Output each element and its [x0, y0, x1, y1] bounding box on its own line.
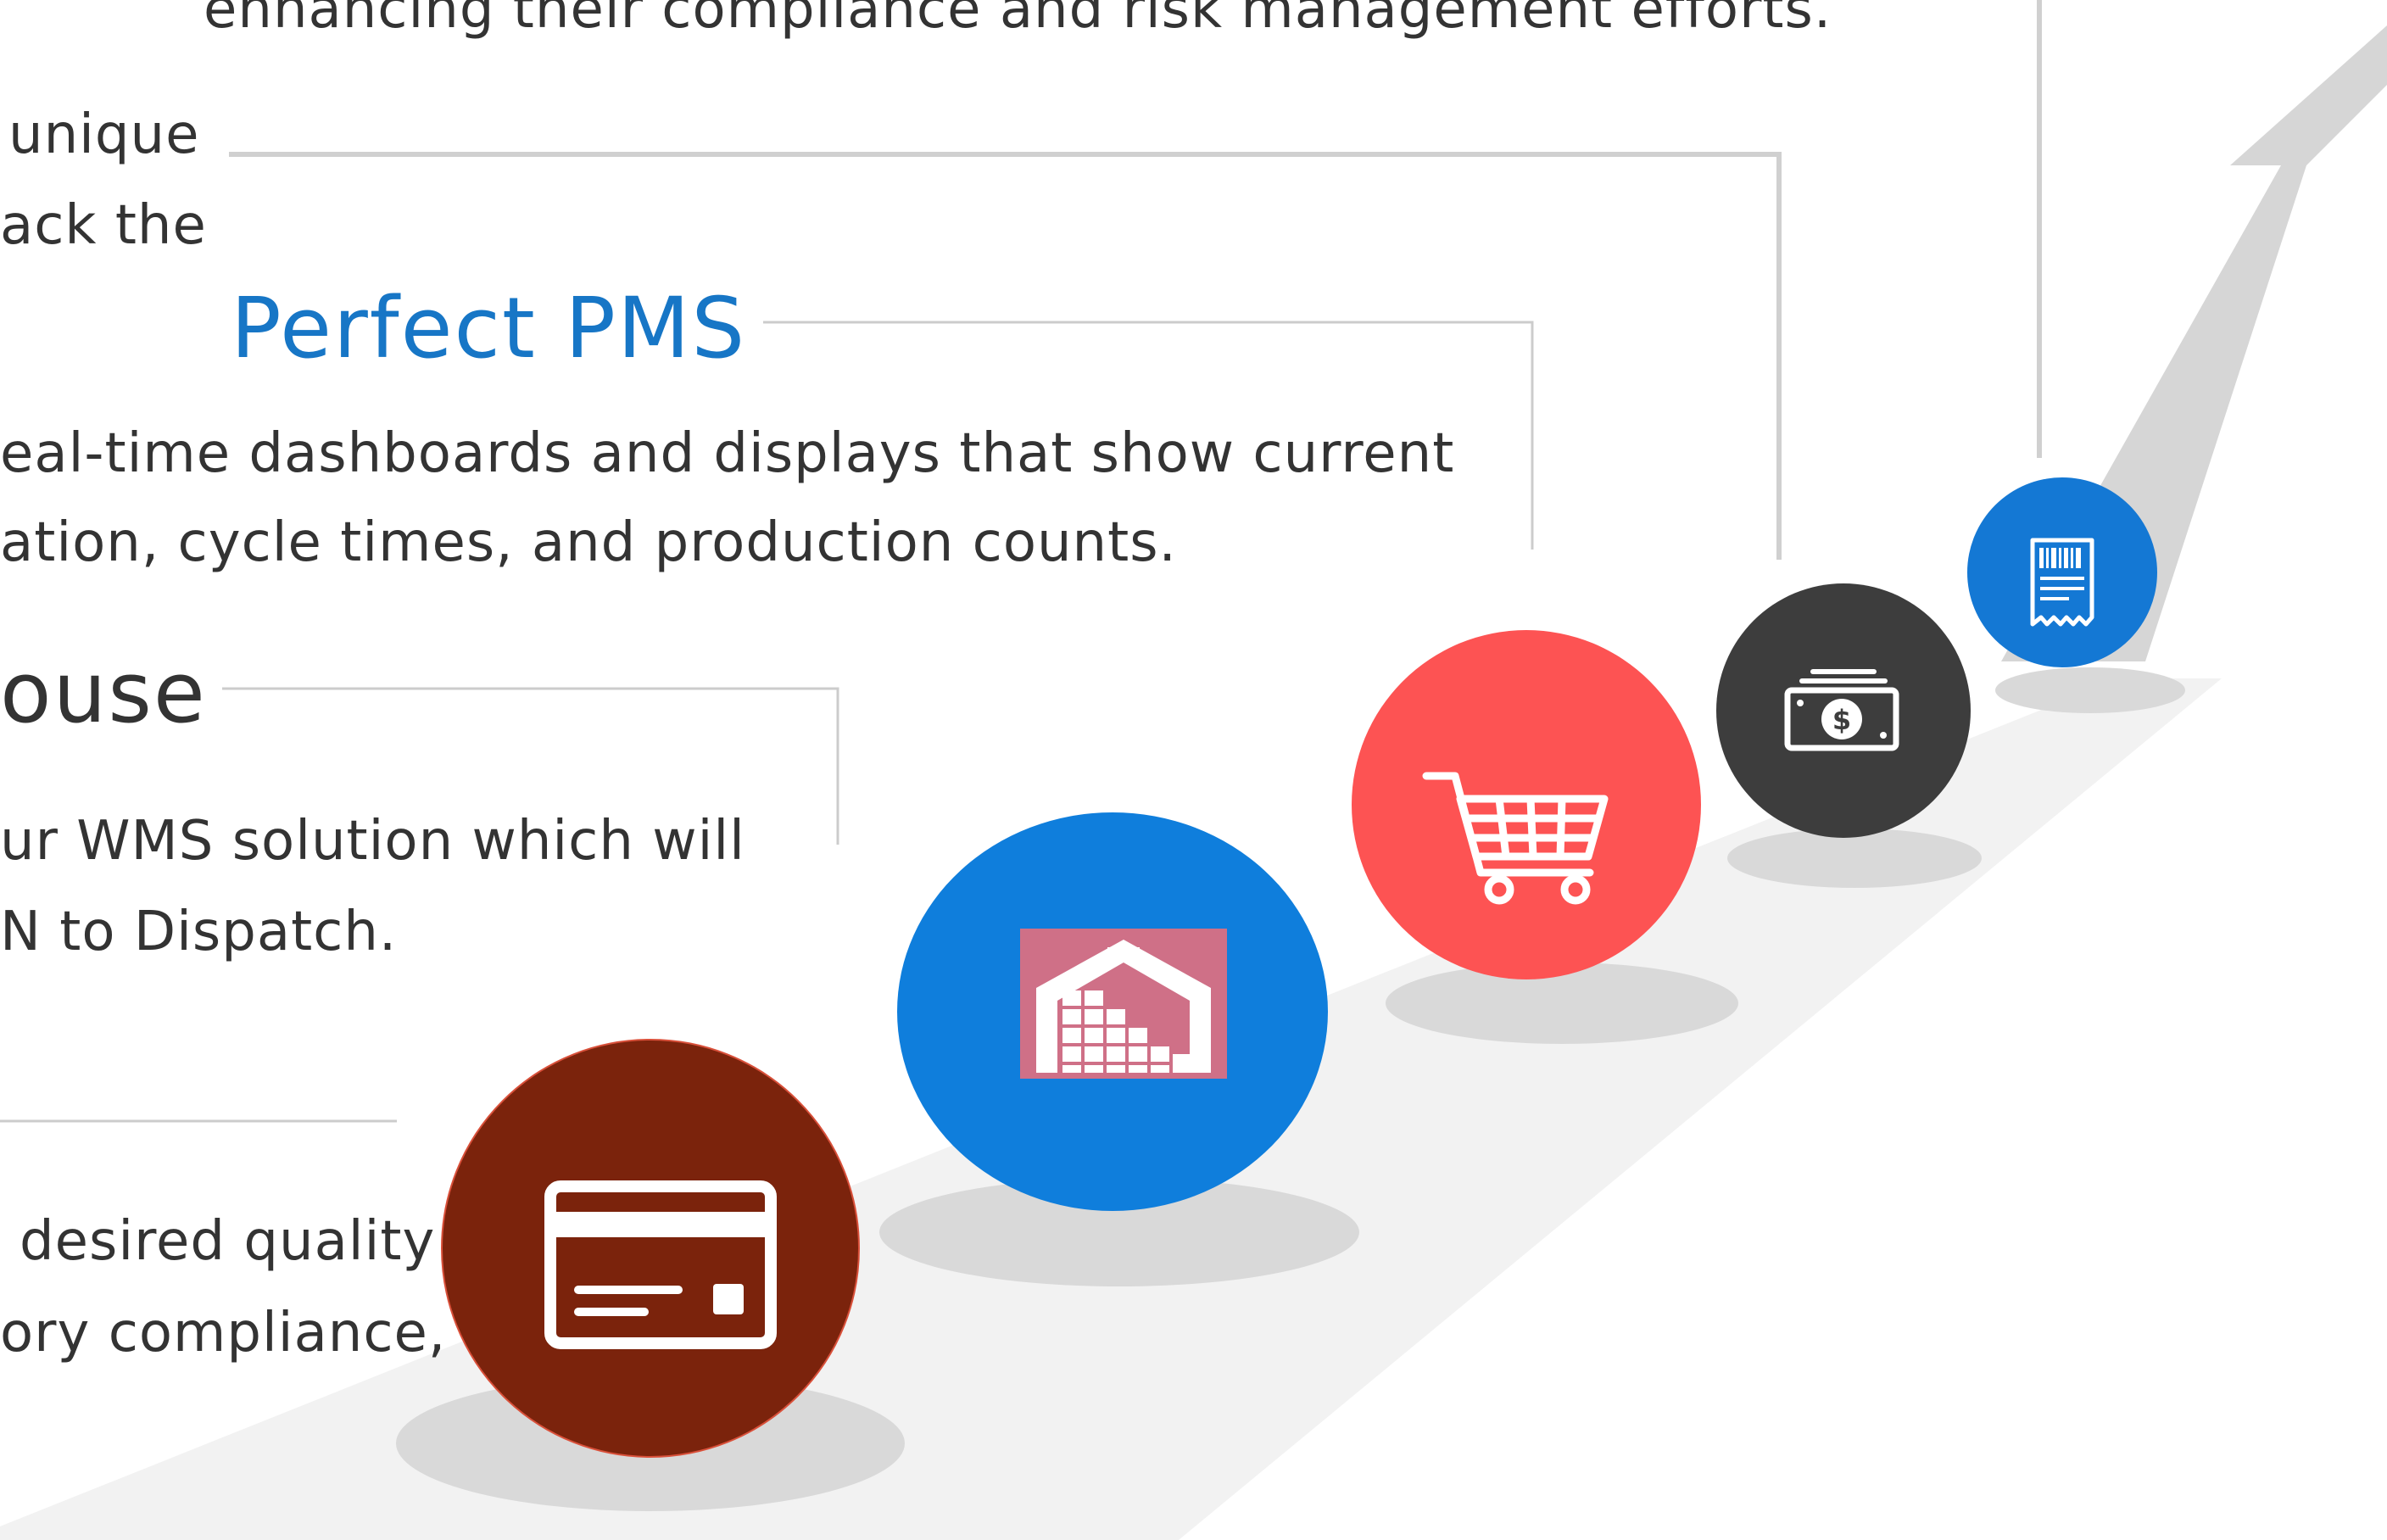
wms-description-line: N to Dispatch. [0, 901, 398, 963]
wms-description-line: ur WMS solution which will [0, 810, 745, 873]
top-description-line: enhancing their compliance and risk mana… [204, 0, 1832, 41]
stage-2 [897, 812, 1328, 1211]
pms-heading: Perfect PMS [231, 280, 747, 377]
warehouse-heading: ouse [0, 644, 207, 742]
svg-text:$: $ [1832, 704, 1851, 736]
quality-description-line: desired quality [20, 1210, 436, 1273]
stage-4: $ [1716, 583, 1971, 838]
description-line: ack the [0, 194, 207, 257]
process-diagram: $ enhancing their compliance and risk ma… [0, 0, 2387, 1540]
stage-3 [1352, 630, 1701, 979]
stage-5-shadow [1995, 667, 2185, 713]
stage-1 [441, 1039, 860, 1458]
pms-description-line: eal-time dashboards and displays that sh… [0, 422, 1455, 485]
warehouse-icon [1020, 929, 1227, 1079]
stage-5 [1967, 477, 2157, 667]
description-line: unique [8, 103, 200, 166]
stage-4-shadow [1727, 829, 1982, 888]
quality-description-line: ory compliance, [0, 1302, 447, 1364]
pms-description-line: ation, cycle times, and production count… [0, 511, 1177, 574]
